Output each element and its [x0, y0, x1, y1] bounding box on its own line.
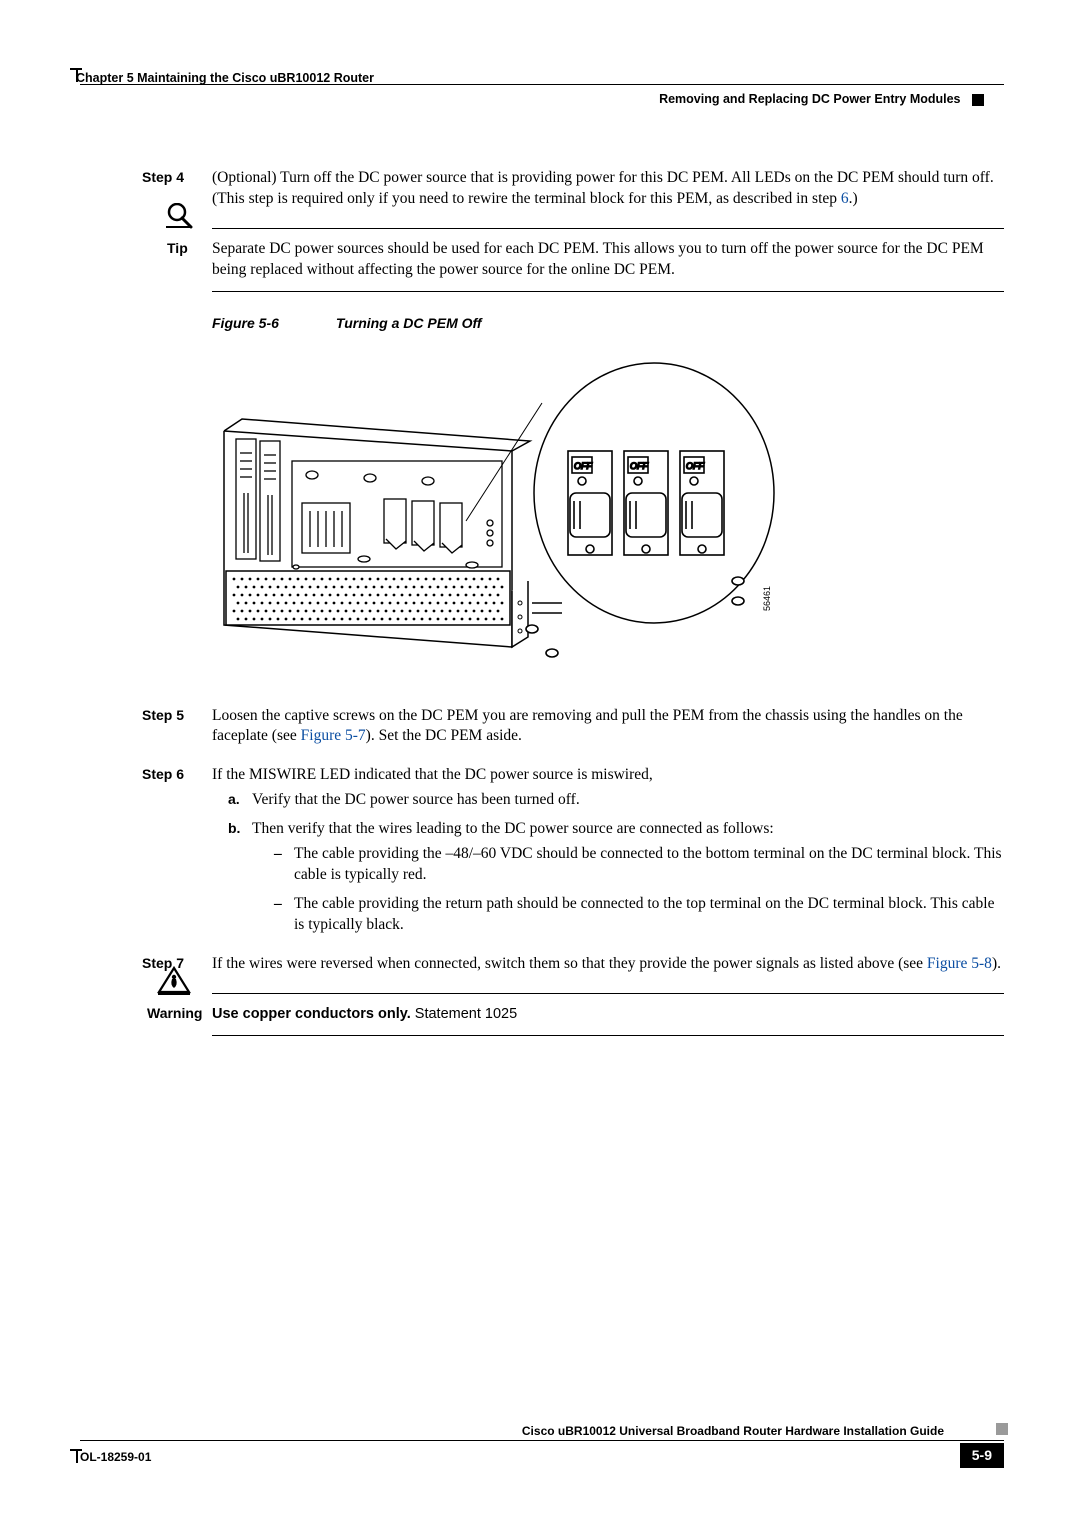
- step-text: If the MISWIRE LED indicated that the DC…: [212, 766, 653, 783]
- step-5: Step 5 Loosen the captive screws on the …: [212, 706, 1004, 748]
- figure-number: Figure 5-6: [212, 314, 332, 333]
- running-header: Chapter 5 Maintaining the Cisco uBR10012…: [80, 68, 1004, 108]
- warning-block: Warning Use copper conductors only. Stat…: [212, 993, 1004, 1036]
- tip-block: Tip Separate DC power sources should be …: [212, 228, 1004, 292]
- step-7: Step 7 If the wires were reversed when c…: [212, 954, 1004, 975]
- xref-link[interactable]: Figure 5-8: [927, 955, 992, 972]
- svg-text:OFF: OFF: [574, 461, 592, 471]
- footer-page-number: 5-9: [960, 1443, 1004, 1468]
- svg-text:OFF: OFF: [630, 461, 648, 471]
- step-text: (Optional) Turn off the DC power source …: [212, 169, 994, 207]
- step-text-part: (Optional) Turn off the DC power source …: [212, 169, 994, 207]
- warning-icon: [157, 966, 191, 1003]
- dash-text: The cable providing the –48/–60 VDC shou…: [294, 845, 1002, 883]
- footer-doc-number: OL-18259-01: [80, 1449, 151, 1465]
- substep-text: Then verify that the wires leading to th…: [252, 820, 774, 837]
- step-label: Step 5: [142, 706, 184, 725]
- substep-text: Verify that the DC power source has been…: [252, 791, 580, 808]
- xref-link[interactable]: Figure 5-7: [301, 727, 366, 744]
- step-label: Step 4: [142, 168, 184, 187]
- step-text-part: ).: [992, 955, 1001, 972]
- figure-art-number: 56461: [762, 586, 772, 611]
- warning-rest: Statement 1025: [411, 1006, 517, 1022]
- page-footer: Cisco uBR10012 Universal Broadband Route…: [80, 1440, 1004, 1483]
- warning-bold: Use copper conductors only.: [212, 1006, 411, 1022]
- figure-caption: Figure 5-6 Turning a DC PEM Off: [212, 314, 1004, 333]
- step-text-part: ). Set the DC PEM aside.: [366, 727, 522, 744]
- step-text-part: If the wires were reversed when connecte…: [212, 955, 927, 972]
- dash-item: The cable providing the –48/–60 VDC shou…: [274, 844, 1004, 886]
- substep-marker: a.: [228, 790, 240, 809]
- crop-mark: [76, 1449, 78, 1463]
- tip-text: Separate DC power sources should be used…: [212, 240, 984, 278]
- substep-a: a. Verify that the DC power source has b…: [228, 790, 1004, 811]
- dash-text: The cable providing the return path shou…: [294, 895, 994, 933]
- substep-b: b. Then verify that the wires leading to…: [228, 819, 1004, 936]
- svg-text:OFF: OFF: [686, 461, 704, 471]
- step-4: Step 4 (Optional) Turn off the DC power …: [212, 168, 1004, 210]
- figure-art: OFF OFF OFF: [212, 343, 1004, 678]
- section-end-marker: [972, 94, 984, 106]
- substep-marker: b.: [228, 819, 240, 838]
- figure-title: Turning a DC PEM Off: [336, 315, 482, 331]
- step-6: Step 6 If the MISWIRE LED indicated that…: [212, 765, 1004, 935]
- dash-item: The cable providing the return path shou…: [274, 894, 1004, 936]
- step-text: Loosen the captive screws on the DC PEM …: [212, 707, 963, 745]
- header-section-text: Removing and Replacing DC Power Entry Mo…: [659, 92, 960, 106]
- footer-book-title: Cisco uBR10012 Universal Broadband Route…: [522, 1423, 944, 1439]
- tip-label: Tip: [167, 239, 188, 258]
- warning-label: Warning: [147, 1004, 202, 1023]
- header-section: Removing and Replacing DC Power Entry Mo…: [659, 91, 984, 108]
- tip-icon: [164, 203, 194, 236]
- step-text-part: .): [849, 190, 858, 207]
- step-label: Step 6: [142, 765, 184, 784]
- xref-link[interactable]: 6: [841, 190, 849, 207]
- footer-end-marker: [996, 1423, 1008, 1435]
- warning-text: Use copper conductors only. Statement 10…: [212, 1006, 517, 1022]
- step-text: If the wires were reversed when connecte…: [212, 955, 1001, 972]
- header-chapter: Chapter 5 Maintaining the Cisco uBR10012…: [76, 70, 374, 87]
